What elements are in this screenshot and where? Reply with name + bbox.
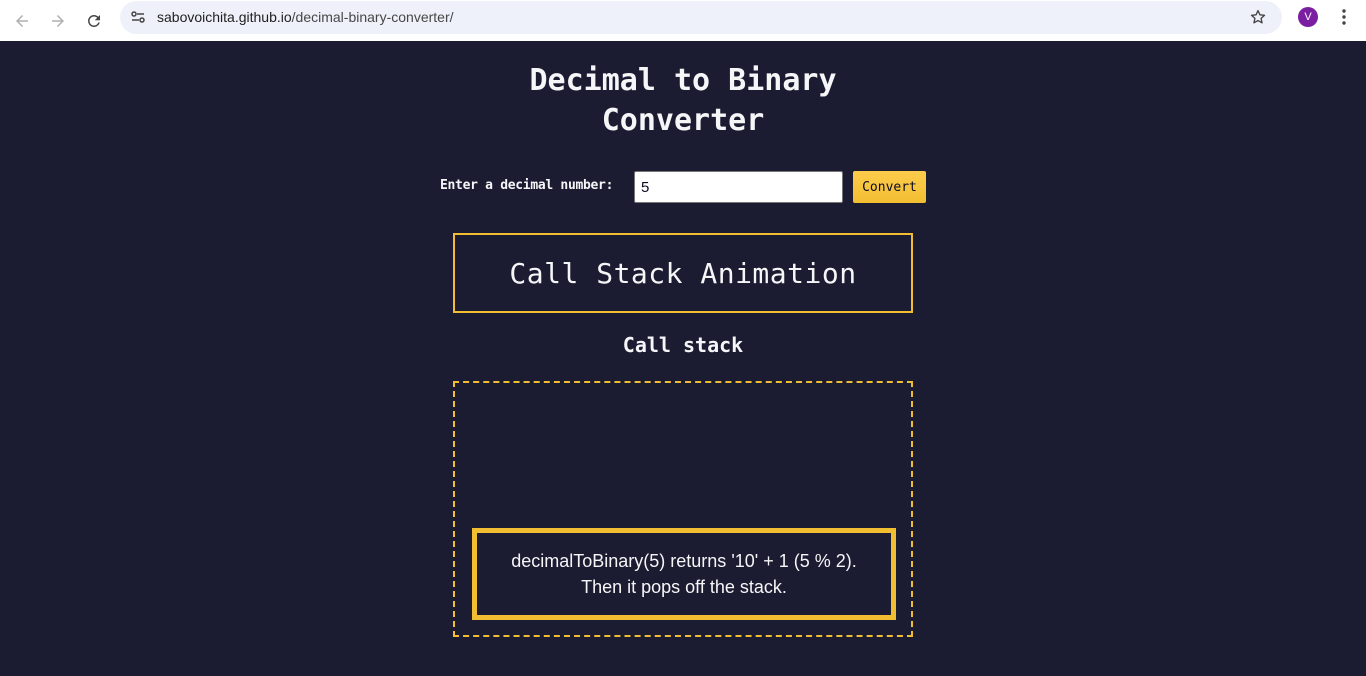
bookmark-button[interactable] <box>1246 5 1270 29</box>
forward-button[interactable] <box>44 7 72 35</box>
call-stack-container: decimalToBinary(5) returns '10' + 1 (5 %… <box>453 381 913 637</box>
more-menu-button[interactable] <box>1333 6 1355 28</box>
browser-toolbar: sabovoichita.github.io/decimal-binary-co… <box>0 0 1366 41</box>
forward-arrow-icon <box>52 15 64 27</box>
page-title-line1: Decimal to Binary <box>529 63 837 98</box>
url-host: sabovoichita.github.io <box>157 9 292 25</box>
stack-frame: decimalToBinary(5) returns '10' + 1 (5 %… <box>472 528 896 620</box>
page-title: Decimal to Binary Converter <box>483 61 883 141</box>
call-stack-heading: Call stack <box>622 333 744 357</box>
page-title-line2: Converter <box>601 103 765 138</box>
address-bar[interactable]: sabovoichita.github.io/decimal-binary-co… <box>120 1 1282 34</box>
number-input[interactable] <box>634 171 843 203</box>
page-content: Decimal to Binary Converter Enter a deci… <box>0 41 1366 676</box>
site-info-button[interactable] <box>126 5 150 29</box>
reload-button[interactable] <box>80 7 108 35</box>
animation-banner: Call Stack Animation <box>453 233 913 313</box>
number-input-label: Enter a decimal number: <box>440 178 614 193</box>
profile-avatar[interactable]: V <box>1298 7 1318 27</box>
back-button[interactable] <box>8 7 36 35</box>
stack-frame-line1: decimalToBinary(5) returns '10' + 1 (5 %… <box>511 551 857 571</box>
bookmark-star-icon <box>1250 9 1266 24</box>
back-arrow-icon <box>16 15 28 27</box>
animation-title: Call Stack Animation <box>509 256 857 290</box>
reload-icon <box>88 15 100 27</box>
convert-button[interactable]: Convert <box>853 171 926 203</box>
url-path: /decimal-binary-converter/ <box>291 9 454 25</box>
url-text[interactable]: sabovoichita.github.io/decimal-binary-co… <box>157 9 454 25</box>
site-info-icon <box>131 11 145 23</box>
stack-frame-line2: Then it pops off the stack. <box>581 577 787 597</box>
more-menu-icon <box>1342 9 1346 25</box>
